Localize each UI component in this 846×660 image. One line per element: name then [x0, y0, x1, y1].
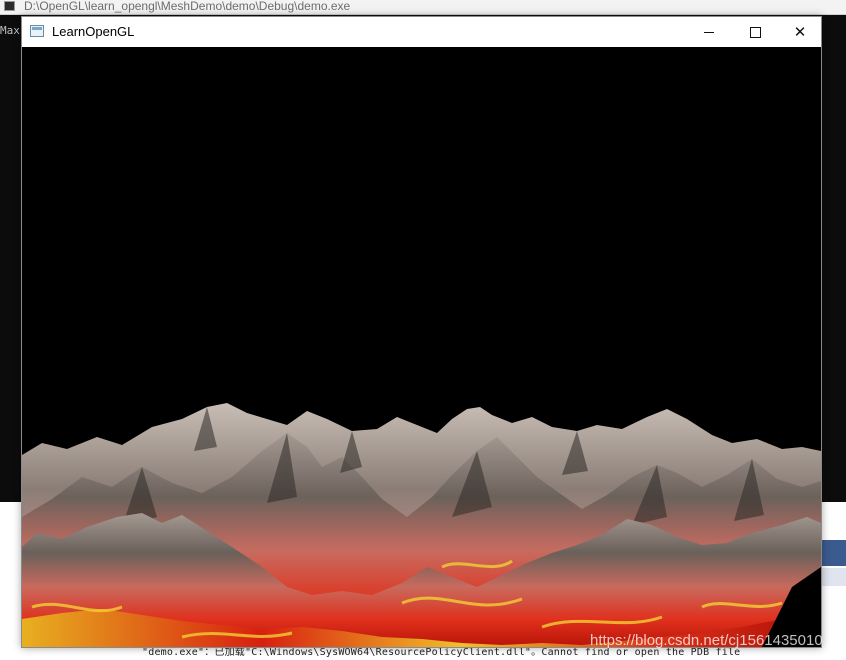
close-icon: ✕ — [793, 23, 807, 41]
window-app-icon — [30, 25, 44, 37]
watermark-text: https://blog.csdn.net/cj1561435010 — [590, 632, 823, 649]
console-title: D:\OpenGL\learn_opengl\MeshDemo\demo\Deb… — [24, 0, 351, 13]
minimize-button[interactable] — [686, 17, 732, 47]
terrain-render — [22, 403, 821, 647]
maximize-button[interactable] — [732, 17, 778, 47]
window-title: LearnOpenGL — [52, 24, 135, 39]
opengl-viewport[interactable] — [22, 47, 821, 647]
learnopengl-window: LearnOpenGL ✕ — [21, 16, 822, 648]
console-app-icon — [4, 1, 15, 11]
minimize-icon — [704, 32, 714, 33]
close-button[interactable]: ✕ — [777, 17, 823, 47]
console-titlebar[interactable]: D:\OpenGL\learn_opengl\MeshDemo\demo\Deb… — [0, 0, 846, 15]
maximize-icon — [749, 27, 761, 38]
console-output-text: Max — [0, 24, 20, 37]
output-side-panel-tab[interactable] — [822, 540, 846, 566]
output-side-panel-strip — [822, 568, 846, 586]
window-titlebar[interactable]: LearnOpenGL ✕ — [22, 17, 821, 47]
